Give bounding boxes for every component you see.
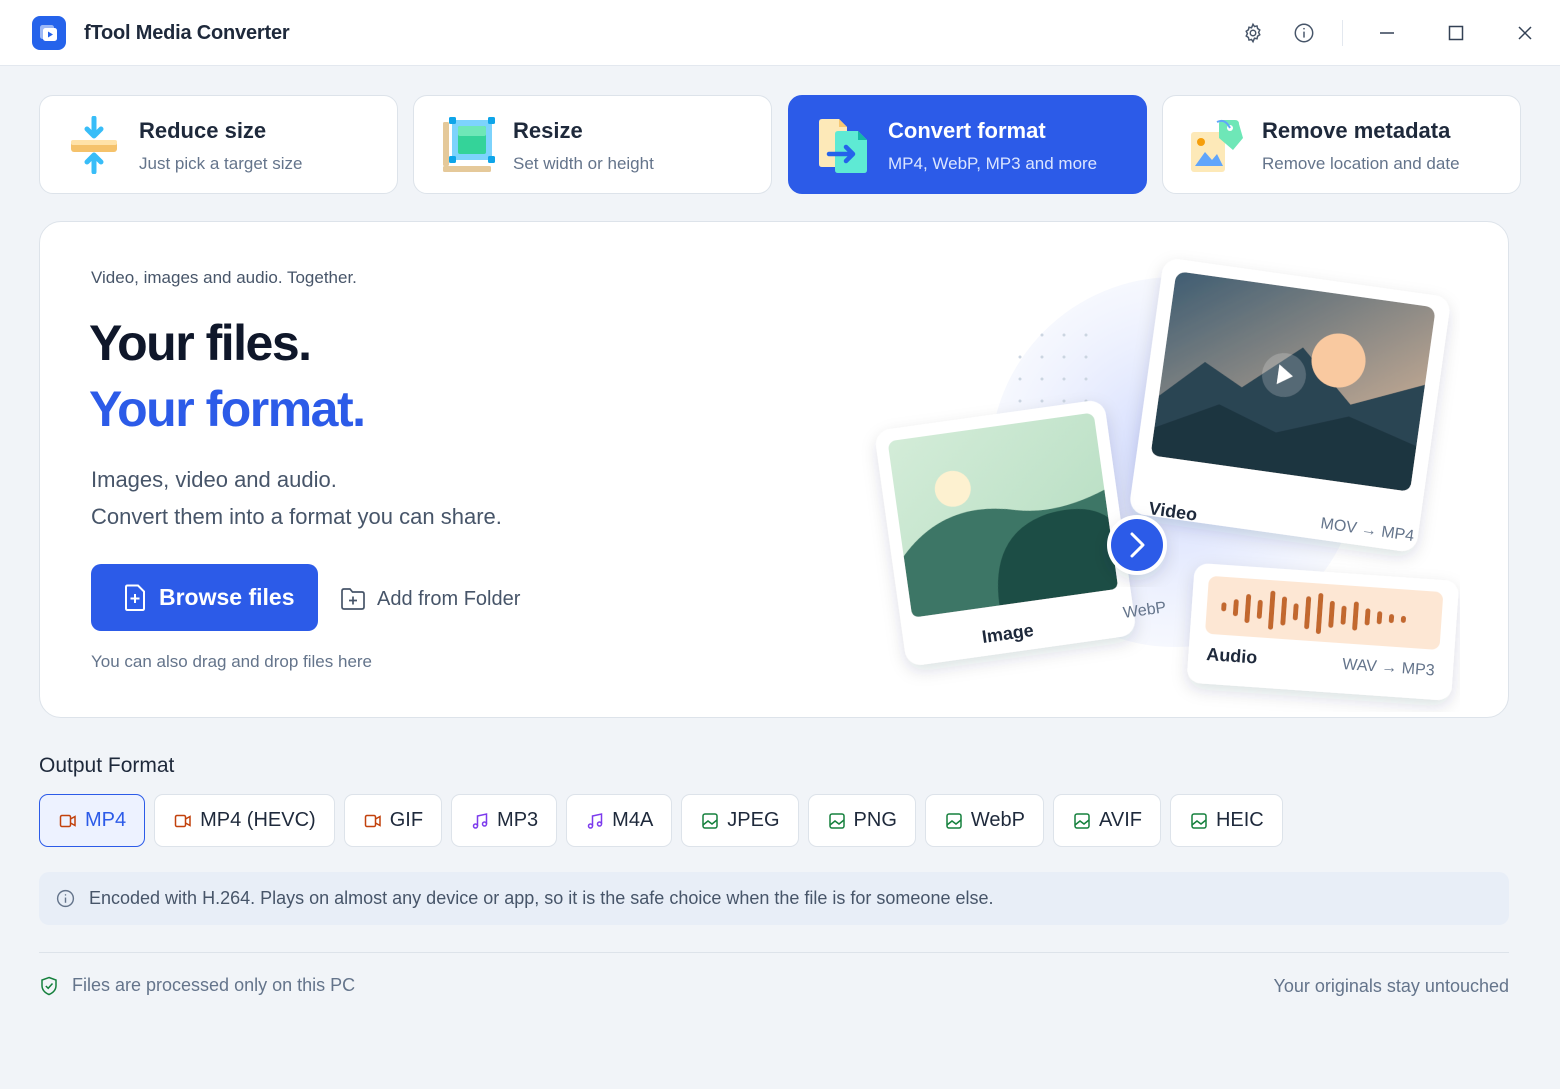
image-icon [827,811,847,831]
mode-card-convert-format[interactable]: Convert format MP4, WebP, MP3 and more [788,95,1147,194]
info-icon [56,889,75,908]
format-chip-mp4[interactable]: MP4 [39,794,146,847]
folder-add-icon [341,588,365,610]
mode-title: Resize [513,118,583,143]
format-chip-jpeg[interactable]: JPEG [681,794,799,847]
output-format-options: MP4 MP4 (HEVC) GIF MP3 M4A JPEG PNG WebP… [39,794,1283,847]
format-chip-m4a[interactable]: M4A [566,794,673,847]
mode-card-reduce-size[interactable]: Reduce size Just pick a target size [39,95,398,194]
hero-description-line2: Convert them into a format you can share… [91,504,502,529]
metadata-tag-icon [1189,116,1245,174]
browse-files-label: Browse files [159,584,295,610]
hero-headline-line1: Your files. [89,315,312,371]
video-icon [363,811,383,831]
format-label: HEIC [1215,809,1264,831]
format-chip-mp4-hevc[interactable]: MP4 (HEVC) [154,794,335,847]
originals-note: Your originals stay untouched [1273,976,1510,996]
format-chip-heic[interactable]: HEIC [1169,794,1283,847]
close-icon[interactable] [1512,20,1538,46]
privacy-note-text: Files are processed only on this PC [72,975,356,995]
app-logo-icon [32,16,66,50]
privacy-note: Files are processed only on this PC [40,975,355,996]
add-from-folder-label: Add from Folder [377,587,521,610]
mode-card-remove-metadata[interactable]: Remove metadata Remove location and date [1162,95,1521,194]
format-label: AVIF [1099,809,1142,831]
add-from-folder-button[interactable]: Add from Folder [340,582,520,616]
footer-divider [39,952,1509,953]
music-note-icon [470,811,490,831]
hero-description-line1: Images, video and audio. [91,467,337,492]
titlebar-separator [1342,20,1343,46]
mode-title: Convert format [888,118,1046,143]
hero-headline-line2: Your format. [89,381,366,437]
format-label: M4A [612,809,654,831]
mode-subtitle: Set width or height [513,154,654,173]
format-chip-png[interactable]: PNG [807,794,916,847]
image-icon [1189,811,1209,831]
title-bar: fTool Media Converter [0,0,1560,66]
format-label: MP4 [85,809,127,831]
mode-title: Reduce size [139,118,267,143]
info-icon[interactable] [1291,20,1317,46]
browse-files-button[interactable]: Browse files [91,564,318,631]
app-title: fTool Media Converter [84,22,290,44]
hero-eyebrow: Video, images and audio. Together. [91,268,357,287]
shield-check-icon [41,976,57,995]
image-icon [1072,811,1092,831]
mode-subtitle: Remove location and date [1262,154,1460,173]
resize-icon [440,116,496,174]
format-label: MP4 (HEVC) [200,809,316,831]
mode-card-resize[interactable]: Resize Set width or height [413,95,772,194]
format-label: WebP [970,809,1025,831]
format-label: PNG [853,809,897,831]
format-chip-webp[interactable]: WebP [924,794,1044,847]
format-label: MP3 [497,809,539,831]
video-icon [173,811,193,831]
format-info-bar: Encoded with H.264. Plays on almost any … [39,872,1509,925]
maximize-icon[interactable] [1443,20,1469,46]
image-icon [944,811,964,831]
format-label: JPEG [727,809,780,831]
video-icon [58,811,78,831]
minimize-icon[interactable] [1374,20,1400,46]
format-chip-avif[interactable]: AVIF [1053,794,1161,847]
mode-title: Remove metadata [1262,118,1451,143]
compress-icon [66,115,122,175]
mode-subtitle: MP4, WebP, MP3 and more [888,154,1098,173]
audio-card-label: Audio [1206,644,1258,668]
image-icon [700,811,720,831]
drag-drop-hint: You can also drag and drop files here [91,652,373,671]
mode-subtitle: Just pick a target size [139,154,303,173]
format-chip-mp3[interactable]: MP3 [451,794,558,847]
add-file-icon [125,584,145,611]
drop-zone-panel[interactable]: Video, images and audio. Together. Your … [39,221,1509,718]
format-info-text: Encoded with H.264. Plays on almost any … [89,888,994,908]
format-label: GIF [389,809,424,831]
gear-icon[interactable] [1240,20,1266,46]
hero-illustration: Video MOV → MP4 Image WebP Audio WAV → M… [820,242,1460,712]
music-note-icon [585,811,605,831]
output-format-title: Output Format [39,754,175,777]
format-chip-gif[interactable]: GIF [343,794,443,847]
convert-icon [815,116,871,174]
